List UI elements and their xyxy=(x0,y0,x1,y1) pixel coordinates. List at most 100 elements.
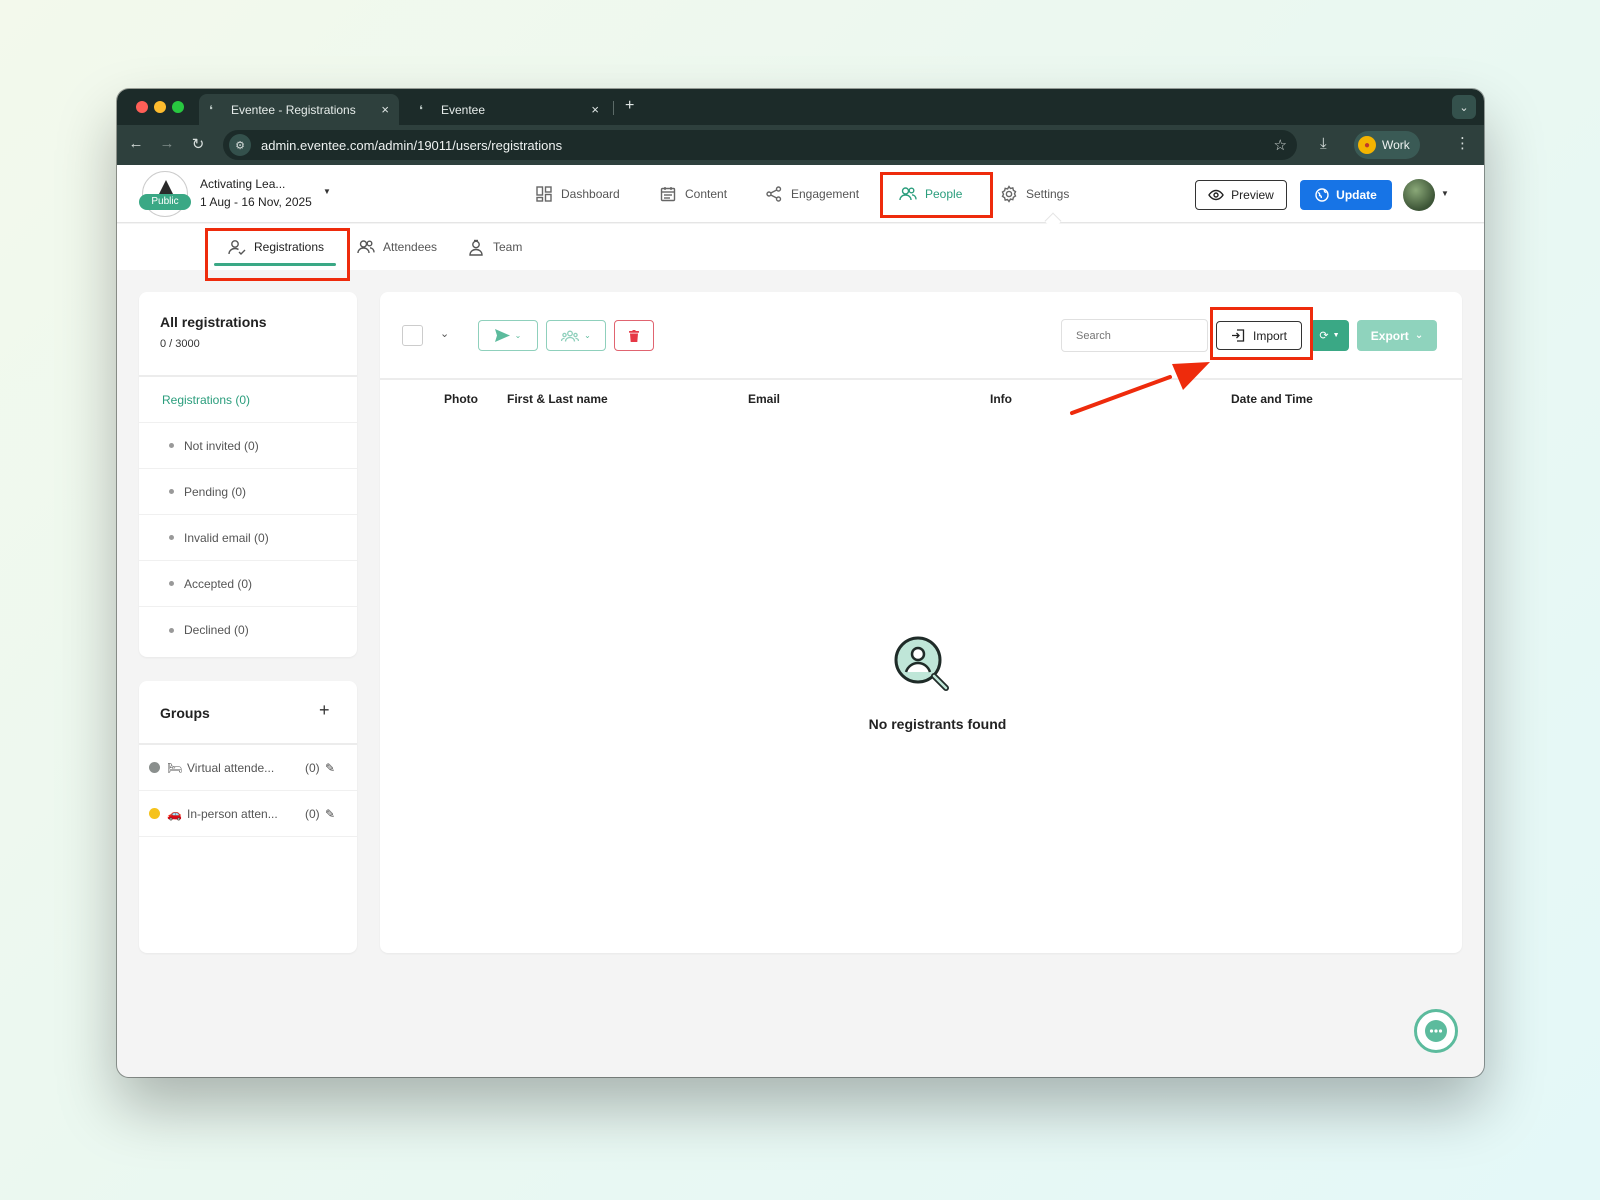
user-avatar[interactable] xyxy=(1403,179,1435,211)
empty-state-message: No registrants found xyxy=(868,716,1007,732)
share-nodes-icon xyxy=(765,185,783,203)
all-registrations-title: All registrations xyxy=(160,314,267,330)
sync-button[interactable]: ⟳ ▼ xyxy=(1310,320,1349,351)
column-header-info[interactable]: Info xyxy=(990,392,1012,406)
pencil-edit-icon[interactable]: ✎ xyxy=(325,807,335,821)
import-arrow-icon xyxy=(1231,329,1245,342)
download-icon[interactable]: ⤓ xyxy=(1320,135,1327,152)
filter-pending[interactable]: Pending (0) xyxy=(139,469,357,515)
chevron-down-icon: ⌄ xyxy=(584,331,591,340)
column-header-date-time[interactable]: Date and Time xyxy=(1231,392,1313,406)
nav-engagement[interactable]: Engagement xyxy=(765,165,859,223)
bookmark-star-icon[interactable]: ☆ xyxy=(1274,136,1287,154)
calendar-icon xyxy=(659,185,677,203)
user-menu-caret-icon[interactable]: ▼ xyxy=(1441,189,1449,198)
table-header-divider xyxy=(380,378,1462,380)
filter-declined[interactable]: Declined (0) xyxy=(139,607,357,653)
eventee-favicon-icon: ❛ xyxy=(209,102,213,117)
browser-tab-eventee[interactable]: ❛ Eventee × xyxy=(409,94,609,125)
team-member-icon xyxy=(467,238,485,256)
delete-button[interactable] xyxy=(614,320,654,351)
new-tab-button[interactable]: + xyxy=(625,97,634,115)
browser-titlebar: ❛ Eventee - Registrations × ❛ Eventee × … xyxy=(117,89,1484,125)
export-button[interactable]: Export ⌄ xyxy=(1357,320,1437,351)
close-tab-icon[interactable]: × xyxy=(381,102,389,117)
update-button[interactable]: Update xyxy=(1300,180,1392,210)
profile-avatar-icon: ● xyxy=(1358,136,1376,154)
select-options-chevron-icon[interactable]: ⌄ xyxy=(440,327,449,340)
import-button[interactable]: Import xyxy=(1216,321,1302,350)
registrations-filter-card: All registrations 0 / 3000 Registrations… xyxy=(139,292,357,657)
bullet-icon xyxy=(169,627,174,633)
chevron-down-icon: ⌄ xyxy=(514,331,522,340)
group-item-virtual[interactable]: 🛏 Virtual attende... (0) ✎ xyxy=(139,745,357,791)
preview-button[interactable]: Preview xyxy=(1195,180,1287,210)
address-bar[interactable]: ⚙ admin.eventee.com/admin/19011/users/re… xyxy=(223,130,1297,160)
column-header-email[interactable]: Email xyxy=(748,392,780,406)
tab-attendees[interactable]: Attendees xyxy=(357,224,437,270)
people-subnav: Registrations Attendees Team xyxy=(117,224,1484,270)
nav-content[interactable]: Content xyxy=(659,165,727,223)
back-arrow-icon[interactable]: ← xyxy=(126,135,146,152)
filter-registrations[interactable]: Registrations (0) xyxy=(139,377,357,423)
nav-people[interactable]: People xyxy=(899,165,962,223)
trash-icon xyxy=(629,329,639,342)
browser-tab-registrations[interactable]: ❛ Eventee - Registrations × xyxy=(199,94,399,125)
nav-settings[interactable]: Settings xyxy=(1000,165,1069,223)
pencil-edit-icon[interactable]: ✎ xyxy=(325,761,335,775)
maximize-window-button[interactable] xyxy=(172,101,184,113)
group-item-in-person[interactable]: 🚗 In-person atten... (0) ✎ xyxy=(139,791,357,837)
tab-separator xyxy=(613,101,614,115)
event-name[interactable]: Activating Lea... xyxy=(200,177,285,191)
url-text[interactable]: admin.eventee.com/admin/19011/users/regi… xyxy=(261,138,562,153)
tab-registrations[interactable]: Registrations xyxy=(213,224,337,270)
reload-icon[interactable]: ↻ xyxy=(188,135,208,153)
public-status-badge: Public xyxy=(139,194,191,210)
chat-icon xyxy=(1424,1019,1448,1043)
bed-emoji-icon: 🛏 xyxy=(167,760,183,775)
caret-down-icon: ▼ xyxy=(1332,332,1340,339)
filter-accepted[interactable]: Accepted (0) xyxy=(139,561,357,607)
tab-team[interactable]: Team xyxy=(467,224,522,270)
user-check-icon xyxy=(228,238,246,256)
assign-group-button[interactable]: ⌄ xyxy=(546,320,606,351)
dashboard-grid-icon xyxy=(535,185,553,203)
gear-icon xyxy=(1000,185,1018,203)
people-icon xyxy=(899,185,917,203)
group-icon xyxy=(561,330,580,342)
event-dates: 1 Aug - 16 Nov, 2025 xyxy=(200,195,312,209)
nav-dashboard[interactable]: Dashboard xyxy=(535,165,620,223)
app-header: Public Activating Lea... 1 Aug - 16 Nov,… xyxy=(117,165,1484,230)
groups-card: Groups + 🛏 Virtual attende... (0) ✎ 🚗 In… xyxy=(139,681,357,953)
bullet-icon xyxy=(169,443,174,448)
filter-not-invited[interactable]: Not invited (0) xyxy=(139,423,357,469)
sync-icon: ⟳ xyxy=(1319,330,1329,342)
site-settings-icon[interactable]: ⚙ xyxy=(229,134,251,156)
tab-search-chevron-icon[interactable]: ⌄ xyxy=(1452,95,1476,119)
people-icon xyxy=(357,238,375,256)
chevron-down-icon: ⌄ xyxy=(1414,330,1424,341)
bullet-icon xyxy=(169,535,174,540)
forward-arrow-icon[interactable]: → xyxy=(157,135,177,152)
globe-icon xyxy=(1315,188,1329,202)
close-tab-icon[interactable]: × xyxy=(591,102,599,117)
search-input[interactable] xyxy=(1061,319,1208,352)
browser-toolbar: ← → ↻ ⚙ admin.eventee.com/admin/19011/us… xyxy=(117,125,1484,165)
column-header-photo[interactable]: Photo xyxy=(444,392,478,406)
filter-invalid-email[interactable]: Invalid email (0) xyxy=(139,515,357,561)
add-group-button[interactable]: + xyxy=(319,700,330,721)
search-user-icon xyxy=(894,636,949,691)
browser-menu-icon[interactable]: ⋮ xyxy=(1455,134,1470,152)
groups-title: Groups xyxy=(160,705,210,721)
column-header-name[interactable]: First & Last name xyxy=(507,392,608,406)
chat-support-button[interactable] xyxy=(1414,1009,1458,1053)
paper-plane-icon xyxy=(494,329,510,342)
profile-chip[interactable]: ● Work xyxy=(1354,131,1420,159)
event-switch-caret-icon[interactable]: ▼ xyxy=(323,187,331,196)
group-color-dot xyxy=(149,762,160,773)
car-emoji-icon: 🚗 xyxy=(167,806,182,821)
minimize-window-button[interactable] xyxy=(154,101,166,113)
send-invite-button[interactable]: ⌄ xyxy=(478,320,538,351)
select-all-checkbox[interactable] xyxy=(402,325,423,346)
close-window-button[interactable] xyxy=(136,101,148,113)
